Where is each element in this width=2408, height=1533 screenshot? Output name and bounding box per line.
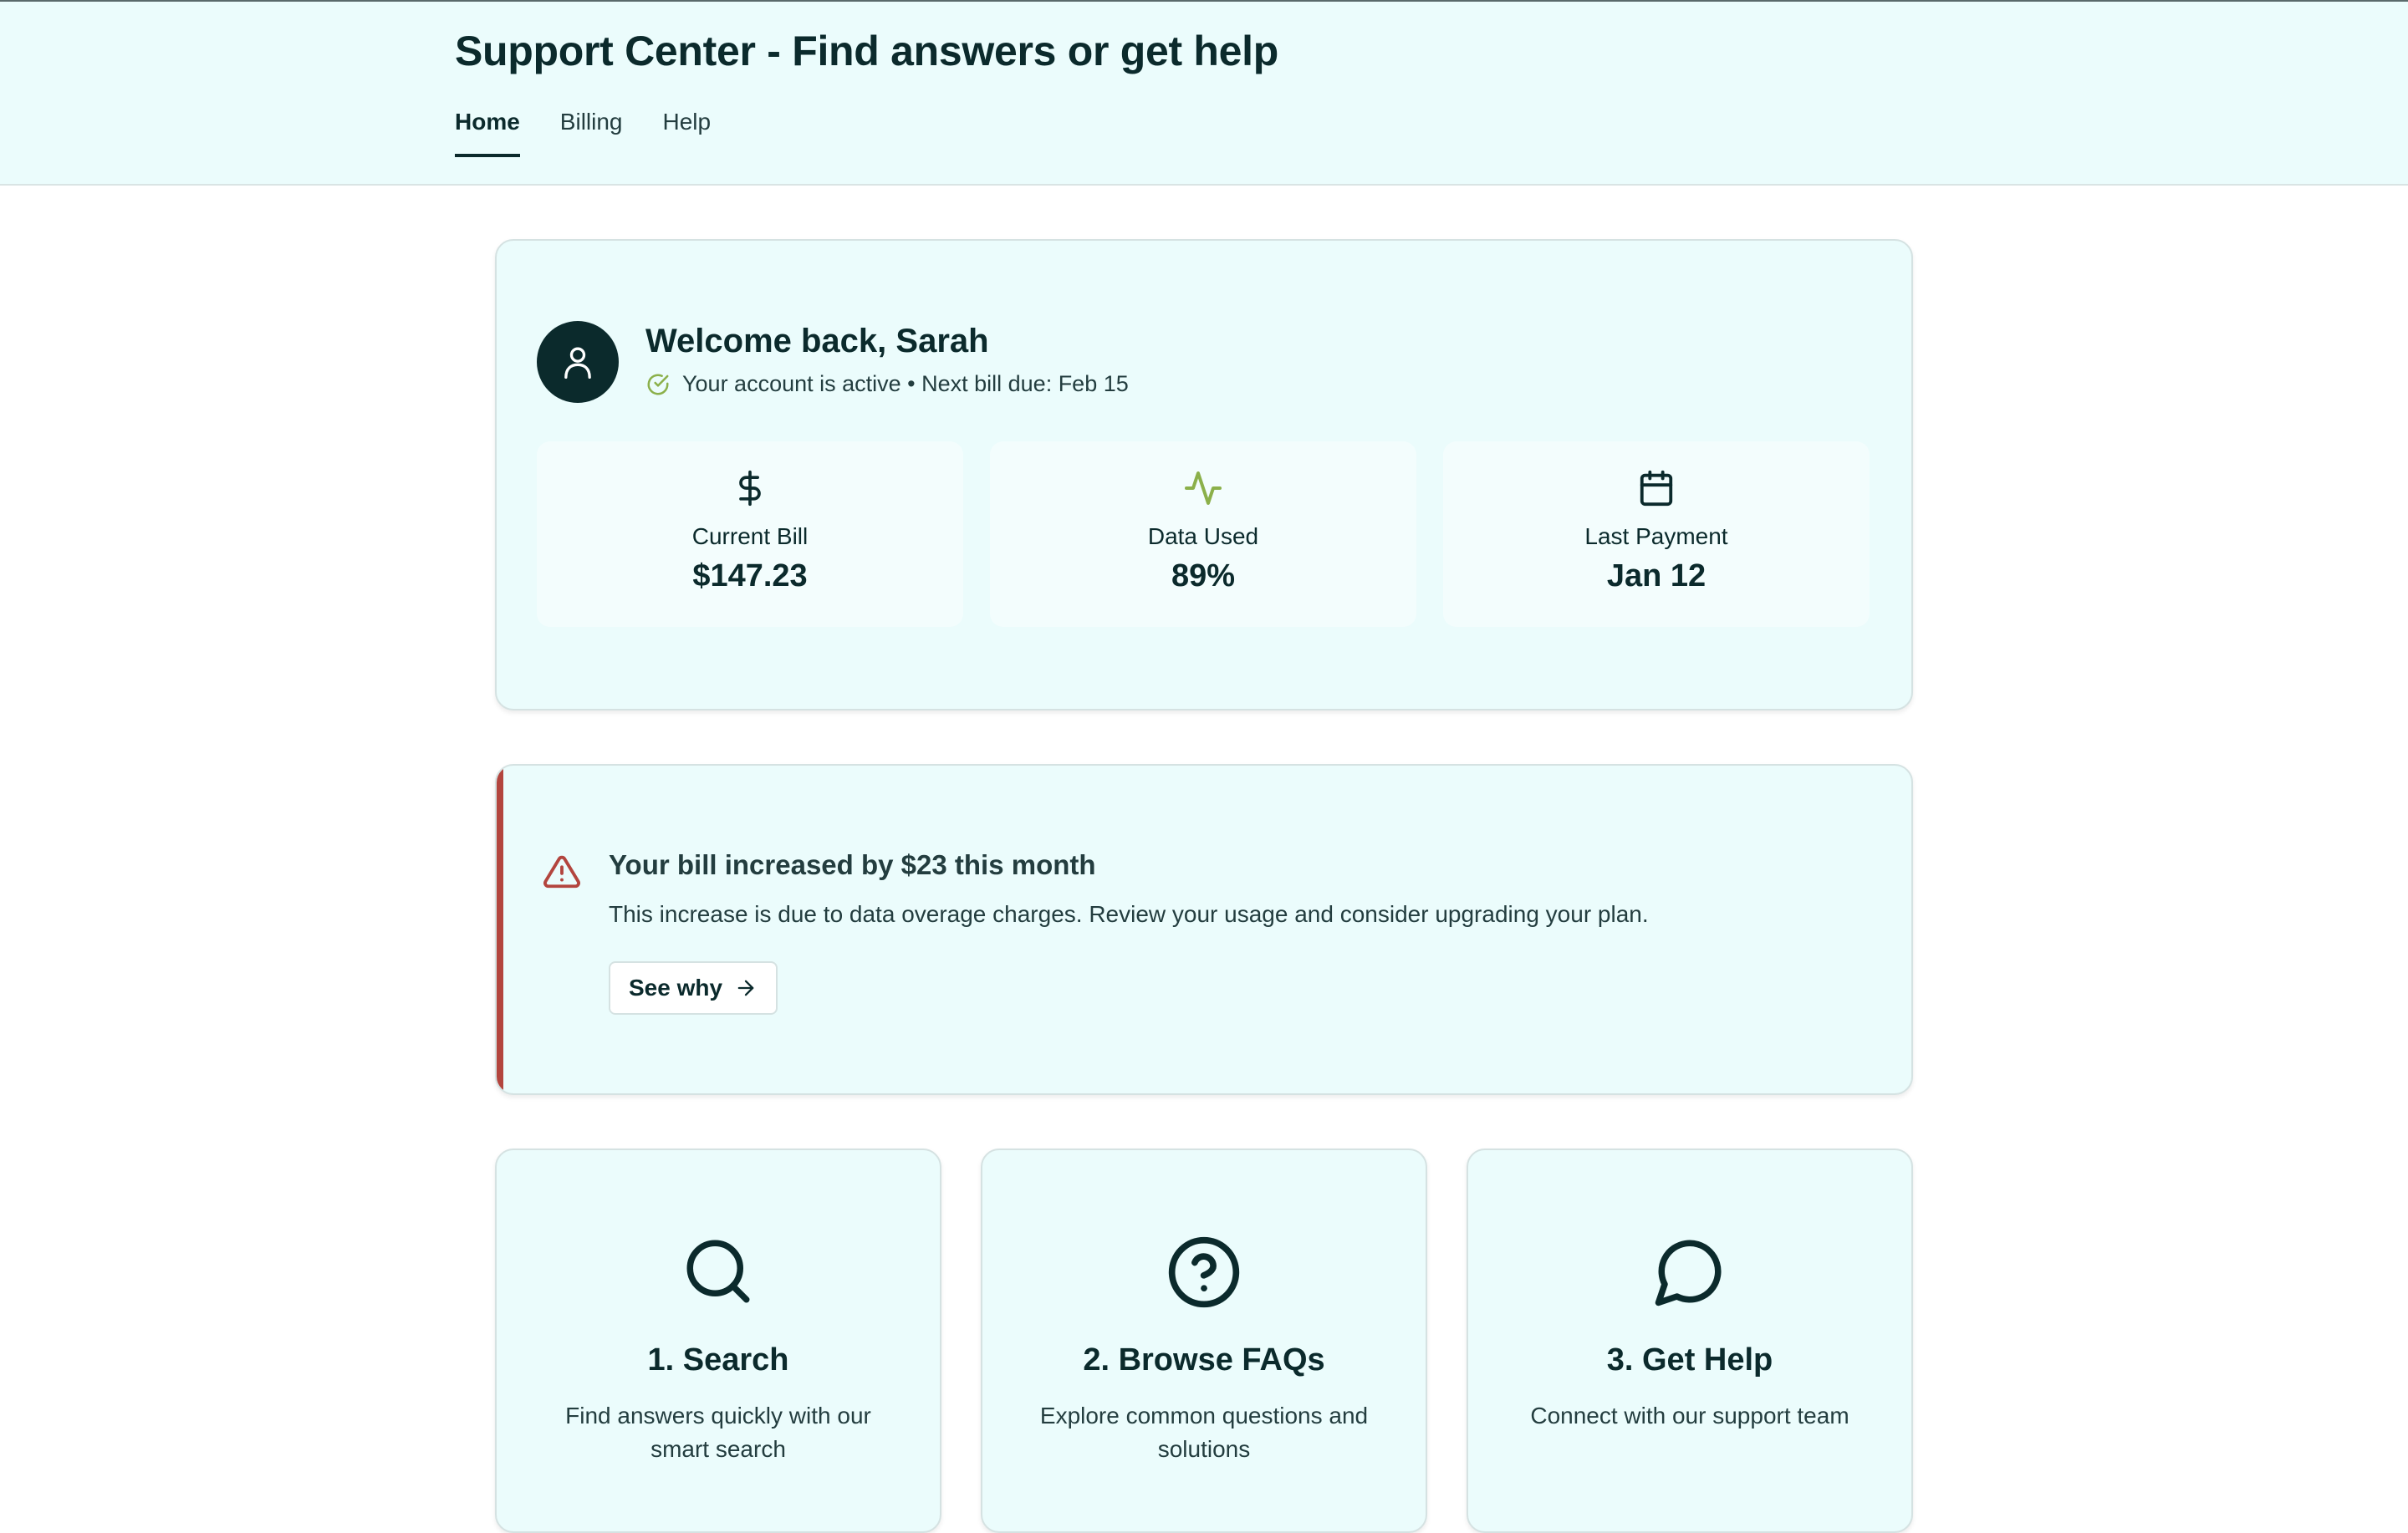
stat-value: 89% xyxy=(1171,558,1236,593)
alert-title: Your bill increased by $23 this month xyxy=(609,849,1096,880)
stat-value: Jan 12 xyxy=(1606,558,1707,593)
arrow-right-icon xyxy=(737,980,754,996)
tab-help[interactable]: Help xyxy=(663,109,712,157)
chat-icon xyxy=(1655,1240,1722,1306)
check-circle-icon xyxy=(647,374,669,395)
alert-accent-bar xyxy=(497,766,503,1093)
step-title: 2. Browse FAQs xyxy=(1083,1342,1325,1378)
stat-label: Last Payment xyxy=(1584,523,1728,549)
step-card-search[interactable]: 1. Search Find answers quickly with our … xyxy=(495,1148,941,1533)
alert-message: This increase is due to data overage cha… xyxy=(609,901,1649,927)
user-icon xyxy=(564,347,591,379)
tab-billing[interactable]: Billing xyxy=(560,109,623,157)
welcome-card: Welcome back, Sarah Your account is acti… xyxy=(495,239,1913,710)
calendar-icon xyxy=(1640,470,1673,507)
search-icon xyxy=(686,1240,750,1303)
step-title: 3. Get Help xyxy=(1606,1342,1773,1378)
warning-icon xyxy=(543,855,580,889)
bill-alert: Your bill increased by $23 this month Th… xyxy=(495,764,1913,1095)
account-status: Your account is active • Next bill due: … xyxy=(645,371,1129,397)
stat-value: $147.23 xyxy=(692,558,808,593)
stat-current-bill: Current Bill $147.23 xyxy=(537,441,963,627)
activity-icon xyxy=(1185,471,1222,505)
see-why-button[interactable]: See why xyxy=(609,961,778,1015)
step-description: Connect with our support team xyxy=(1530,1403,1849,1429)
stat-last-payment: Last Payment Jan 12 xyxy=(1443,441,1870,627)
step-description: Explore common questions and solutions xyxy=(1039,1403,1369,1462)
site-header: Support Center - Find answers or get hel… xyxy=(0,2,2408,186)
step-description: Find answers quickly with our smart sear… xyxy=(565,1403,871,1462)
account-status-text: Your account is active • Next bill due: … xyxy=(682,371,1129,396)
main-tabs: Home Billing Help xyxy=(455,109,711,157)
step-title: 1. Search xyxy=(647,1342,789,1378)
see-why-label: See why xyxy=(629,975,723,1001)
page-title: Support Center - Find answers or get hel… xyxy=(455,28,1279,74)
stats-row: Current Bill $147.23 Data Used 89% Last … xyxy=(537,441,1870,627)
dollar-icon xyxy=(739,470,761,507)
step-card-faqs[interactable]: 2. Browse FAQs Explore common questions … xyxy=(981,1148,1427,1533)
tab-home[interactable]: Home xyxy=(455,109,520,157)
stat-label: Data Used xyxy=(1147,523,1259,549)
question-icon xyxy=(1168,1236,1240,1308)
welcome-title: Welcome back, Sarah xyxy=(645,323,989,359)
avatar xyxy=(537,321,619,403)
stat-data-used: Data Used 89% xyxy=(990,441,1416,627)
step-card-help[interactable]: 3. Get Help Connect with our support tea… xyxy=(1467,1148,1913,1533)
stat-label: Current Bill xyxy=(691,523,809,549)
